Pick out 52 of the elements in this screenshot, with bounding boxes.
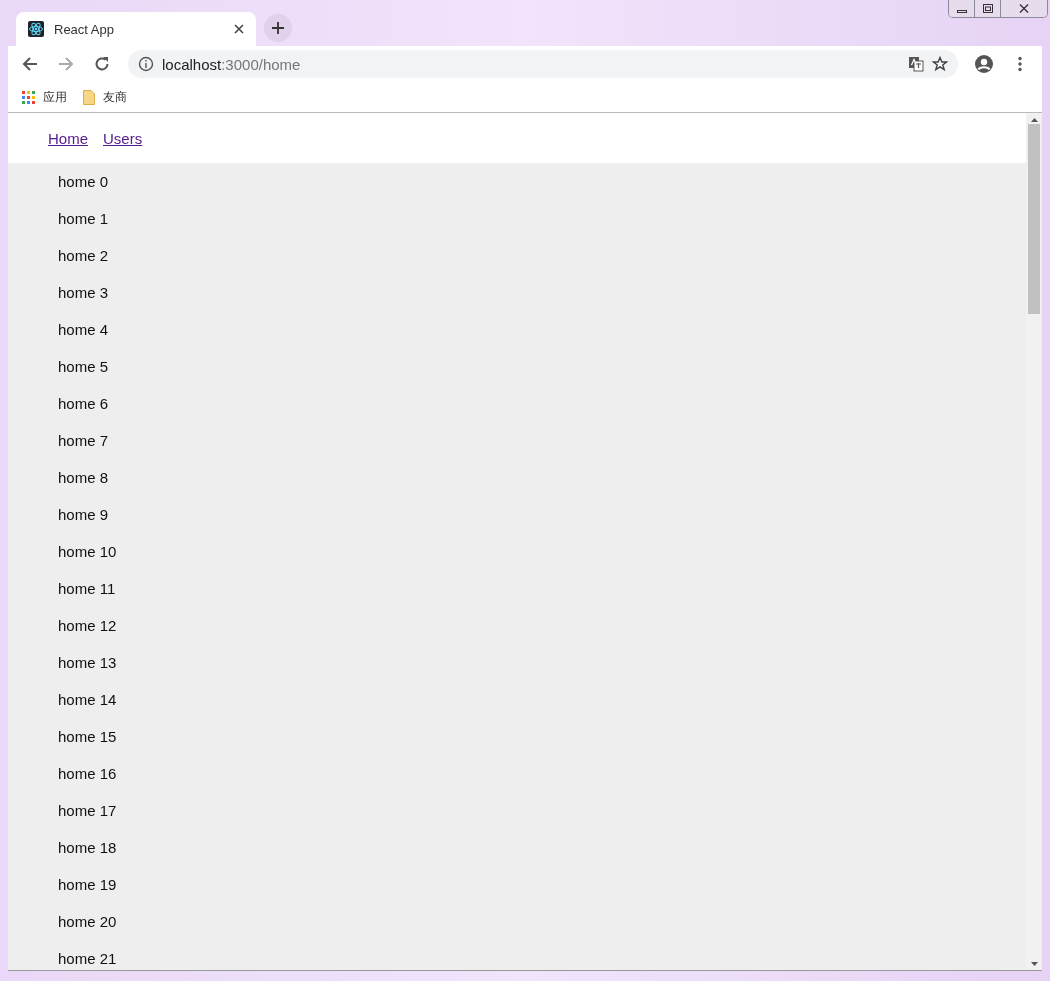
scroll-up-icon[interactable] <box>1030 118 1038 122</box>
translate-icon[interactable] <box>908 56 924 72</box>
plus-icon <box>272 22 284 34</box>
list-item: home 6 <box>58 395 109 412</box>
list-item: home 8 <box>58 469 109 486</box>
list-item: home 1 <box>58 210 109 227</box>
forward-arrow-icon <box>58 56 74 72</box>
list-item: home 16 <box>58 765 117 782</box>
list-item: home 7 <box>58 432 109 449</box>
apps-grid-icon <box>22 90 35 104</box>
list-item: home 3 <box>58 284 109 301</box>
star-icon[interactable] <box>932 56 948 72</box>
scroll-down-icon[interactable] <box>1030 962 1038 966</box>
browser-tab[interactable]: React App <box>16 12 256 46</box>
list-item: home 15 <box>58 728 117 745</box>
account-icon <box>974 54 994 74</box>
bookmark[interactable]: 友商 <box>83 88 127 106</box>
back-arrow-icon <box>22 56 38 72</box>
folder-icon <box>83 89 95 105</box>
restore-icon <box>982 4 993 13</box>
list-item: home 18 <box>58 839 117 856</box>
list-item: home 21 <box>58 950 117 967</box>
list-item: home 14 <box>58 691 117 708</box>
list-item: home 17 <box>58 802 117 819</box>
list-item: home 12 <box>58 617 117 634</box>
list-item: home 4 <box>58 321 109 338</box>
list-item: home 5 <box>58 358 109 375</box>
new-tab-button[interactable] <box>264 14 292 42</box>
info-icon <box>138 56 154 72</box>
menu-icon <box>1018 56 1022 72</box>
minimize-button[interactable] <box>949 0 975 17</box>
scroll-thumb[interactable] <box>1028 124 1040 314</box>
list-item: home 20 <box>58 913 117 930</box>
nav-link[interactable]: Home <box>48 129 88 147</box>
list-item: home 10 <box>58 543 117 560</box>
list-item: home 0 <box>58 173 109 190</box>
tab-title: React App <box>54 21 115 37</box>
url-text: localhost:3000/home <box>162 55 302 73</box>
close-window-button[interactable] <box>1001 0 1047 17</box>
close-icon <box>1019 4 1029 13</box>
list-item: home 11 <box>58 580 116 597</box>
address-bar[interactable]: localhost:3000/home <box>128 50 958 78</box>
list-item: home 2 <box>58 247 109 264</box>
list-item: home 19 <box>58 876 117 893</box>
list-item: home 9 <box>58 506 109 523</box>
close-icon[interactable] <box>234 24 244 34</box>
reload-icon <box>94 56 110 72</box>
bookmark[interactable]: 应用 <box>22 88 67 106</box>
nav-link[interactable]: Users <box>103 129 143 147</box>
restore-button[interactable] <box>975 0 1001 17</box>
react-icon <box>28 21 44 37</box>
list-item: home 13 <box>58 654 117 671</box>
